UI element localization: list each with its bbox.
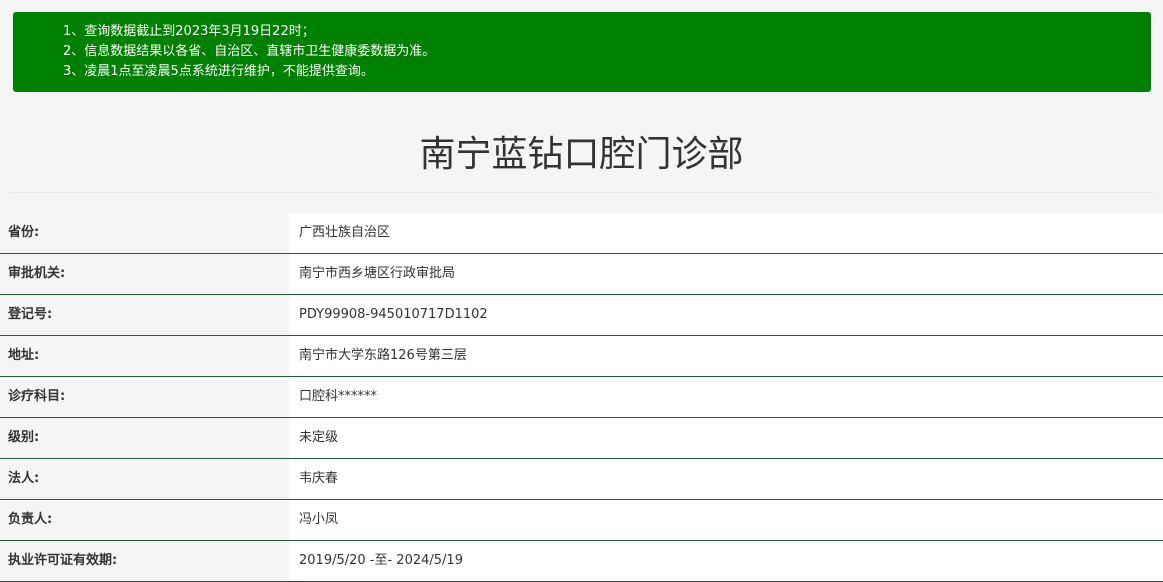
- approval-authority-value: 南宁市西乡塘区行政审批局: [289, 254, 1163, 294]
- table-row-departments: 诊疗科目: 口腔科******: [0, 377, 1163, 418]
- registration-number-value: PDY99908-945010717D1102: [289, 295, 1163, 335]
- person-in-charge-value: 冯小凤: [289, 500, 1163, 540]
- table-row-person-in-charge: 负责人: 冯小凤: [0, 500, 1163, 541]
- info-table: 省份: 广西壮族自治区 审批机关: 南宁市西乡塘区行政审批局 登记号: PDY9…: [0, 213, 1163, 582]
- title-section: 南宁蓝钻口腔门诊部: [10, 120, 1153, 193]
- table-row-legal-person: 法人: 韦庆春: [0, 459, 1163, 500]
- table-row-registration-number: 登记号: PDY99908-945010717D1102: [0, 295, 1163, 336]
- level-label: 级别:: [0, 418, 289, 458]
- address-value: 南宁市大学东路126号第三层: [289, 336, 1163, 376]
- person-in-charge-label: 负责人:: [0, 500, 289, 540]
- registration-number-label: 登记号:: [0, 295, 289, 335]
- table-row-approval-authority: 审批机关: 南宁市西乡塘区行政审批局: [0, 254, 1163, 295]
- departments-label: 诊疗科目:: [0, 377, 289, 417]
- level-value: 未定级: [289, 418, 1163, 458]
- province-value: 广西壮族自治区: [289, 213, 1163, 253]
- table-row-province: 省份: 广西壮族自治区: [0, 213, 1163, 254]
- notice-line-3: 3、凌晨1点至凌晨5点系统进行维护，不能提供查询。: [63, 64, 374, 79]
- notice-banner: 1、查询数据截止到2023年3月19日22时； 2、信息数据结果以各省、自治区、…: [13, 12, 1151, 92]
- license-validity-value: 2019/5/20 -至- 2024/5/19: [289, 541, 1163, 581]
- approval-authority-label: 审批机关:: [0, 254, 289, 294]
- legal-person-value: 韦庆春: [289, 459, 1163, 499]
- table-row-level: 级别: 未定级: [0, 418, 1163, 459]
- legal-person-label: 法人:: [0, 459, 289, 499]
- notice-list: 1、查询数据截止到2023年3月19日22时； 2、信息数据结果以各省、自治区、…: [63, 22, 1151, 82]
- table-row-license-validity: 执业许可证有效期: 2019/5/20 -至- 2024/5/19: [0, 541, 1163, 582]
- page-title: 南宁蓝钻口腔门诊部: [419, 134, 744, 175]
- notice-line-2: 2、信息数据结果以各省、自治区、直辖市卫生健康委数据为准。: [63, 44, 436, 59]
- table-row-address: 地址: 南宁市大学东路126号第三层: [0, 336, 1163, 377]
- notice-line-1: 1、查询数据截止到2023年3月19日22时；: [63, 24, 315, 39]
- province-label: 省份:: [0, 213, 289, 253]
- license-validity-label: 执业许可证有效期:: [0, 541, 289, 581]
- departments-value: 口腔科******: [289, 377, 1163, 417]
- address-label: 地址:: [0, 336, 289, 376]
